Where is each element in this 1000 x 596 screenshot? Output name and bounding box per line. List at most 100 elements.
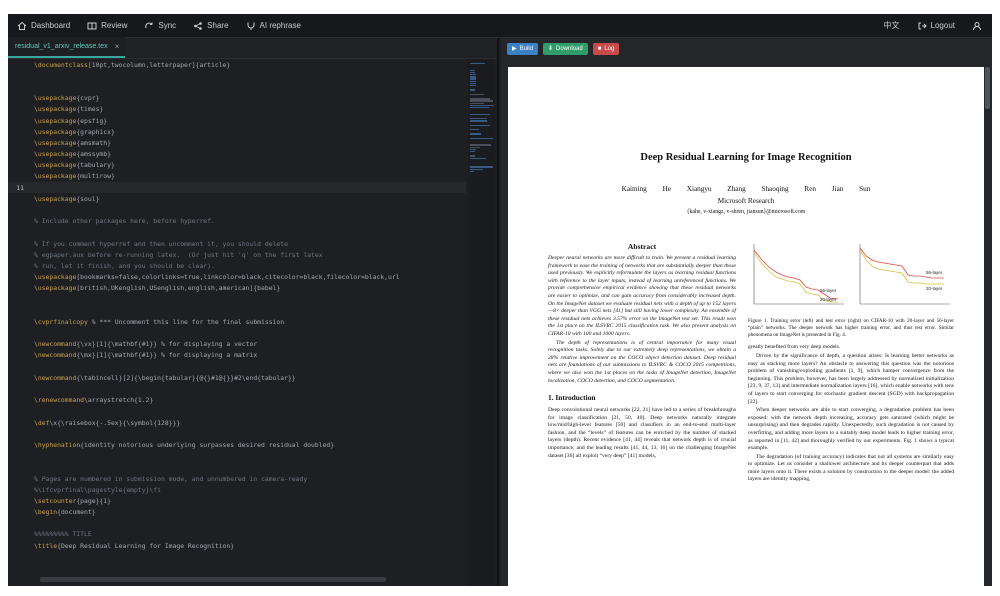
- log-button[interactable]: ■ Log: [592, 42, 620, 55]
- code-line[interactable]: \usepackage{epsfig}: [8, 115, 466, 126]
- code-line[interactable]: % Include other packages here, before hy…: [8, 216, 466, 227]
- code-line-text: \usepackage{tabulary}: [34, 161, 115, 169]
- latex-argument-token: {tabulary}: [76, 161, 115, 170]
- home-icon: [17, 21, 27, 30]
- code-line[interactable]: [8, 70, 466, 81]
- dashboard-button[interactable]: Dashboard: [17, 21, 70, 31]
- code-line[interactable]: [8, 406, 466, 417]
- code-line[interactable]: \usepackage{amssymb}: [8, 149, 466, 160]
- code-line[interactable]: \usepackage{times}: [8, 104, 466, 115]
- code-line[interactable]: [8, 518, 466, 529]
- latex-argument-token: {soul}: [76, 194, 100, 203]
- code-line[interactable]: \usepackage{multirow}: [8, 171, 466, 182]
- paper-right-column: 56-layer 20-layer 56-layer 20-layer Figu…: [748, 242, 954, 484]
- figure-1-caption: Figure 1. Training error (left) and test…: [748, 318, 954, 338]
- code-line-text: \title{Deep Residual Learning for Image …: [34, 542, 234, 550]
- minimap-line: [470, 71, 476, 74]
- minimap-line: [470, 129, 480, 131]
- code-line[interactable]: % Pages are numbered in submission mode,…: [8, 473, 466, 484]
- latex-argument-token: {cvpr}: [76, 94, 100, 103]
- paper-affiliation: Microsoft Research: [717, 197, 775, 205]
- code-line-text: \setcounter{page}{1}: [34, 497, 111, 505]
- logout-button[interactable]: Logout: [917, 21, 955, 31]
- code-line[interactable]: \newcommand{\tabincell}[2]{\begin{tabula…: [8, 372, 466, 383]
- code-line-text: \documentclass[10pt,twocolumn,letterpape…: [34, 61, 230, 69]
- file-tab[interactable]: residual_v1_arxiv_release.tex ×: [8, 37, 126, 58]
- code-line-text: % Pages are numbered in submission mode,…: [34, 474, 308, 483]
- paper-emails: {kahe, v-xiangz, v-shren, jiansun}@micro…: [686, 209, 806, 215]
- preview-vertical-scrollbar[interactable]: [985, 67, 990, 109]
- build-button[interactable]: ▶ Build: [507, 42, 538, 55]
- sync-icon: [145, 22, 153, 28]
- code-line[interactable]: %%%%%%%%% TITLE: [8, 529, 466, 540]
- minimap-line: [470, 100, 493, 102]
- review-button[interactable]: Review: [87, 21, 127, 31]
- code-line[interactable]: \usepackage{graphicx}: [8, 126, 466, 137]
- minimap-line: [470, 104, 494, 107]
- code-line[interactable]: \documentclass[10pt,twocolumn,letterpape…: [8, 59, 466, 70]
- code-line[interactable]: \usepackage{cvpr}: [8, 93, 466, 104]
- horizontal-scrollbar[interactable]: [40, 577, 386, 582]
- code-line[interactable]: [8, 204, 466, 215]
- minimap-line: [470, 74, 476, 76]
- latex-argument-token: {\tabincell}[2]{\begin{tabular}{@{}#1@{}…: [76, 373, 296, 382]
- introduction-heading: 1. Introduction: [548, 393, 596, 403]
- minimap-line: [470, 98, 490, 100]
- minimap-line: [470, 85, 477, 87]
- code-line[interactable]: \usepackage{tabulary}: [8, 160, 466, 171]
- code-line[interactable]: \newcommand{\mx}[1]{\mathbf{#1}} % for d…: [8, 350, 466, 361]
- code-line[interactable]: \usepackage{amsmath}: [8, 137, 466, 148]
- share-button[interactable]: Share: [193, 21, 229, 31]
- user-menu-button[interactable]: [972, 21, 986, 31]
- code-line-text: \hyphenation{identity notorious underlyi…: [34, 441, 334, 449]
- code-line[interactable]: %\ifcvprfinal\pagestyle{empty}\fi: [8, 484, 466, 495]
- latex-command-token: \usepackage: [34, 194, 77, 203]
- code-line[interactable]: [8, 328, 466, 339]
- latex-command-token: \title: [34, 541, 58, 550]
- code-line[interactable]: [8, 383, 466, 394]
- code-line[interactable]: \cvprfinalcopy % *** Uncomment this line…: [8, 316, 466, 327]
- code-line[interactable]: [8, 451, 466, 462]
- code-area[interactable]: \documentclass[10pt,twocolumn,letterpape…: [8, 59, 466, 586]
- latex-argument-token: \x{\raisebox{-.5ex}{\symbol{128}}}: [49, 418, 181, 427]
- code-line[interactable]: [8, 361, 466, 372]
- code-line[interactable]: \usepackage{soul}: [8, 193, 466, 204]
- code-line[interactable]: % run, let it finish, and you should be …: [8, 260, 466, 271]
- sync-label: Sync: [158, 21, 177, 30]
- code-line[interactable]: \renewcommand\arraystretch{1.2}: [8, 395, 466, 406]
- code-line[interactable]: % egpaper.aux before re-running latex. (…: [8, 249, 466, 260]
- code-line[interactable]: \def\x{\raisebox{-.5ex}{\symbol{128}}}: [8, 417, 466, 428]
- download-button[interactable]: ⬇ Download: [542, 42, 588, 55]
- code-line[interactable]: [8, 227, 466, 238]
- code-line[interactable]: \author{Kaiming He \qquad Xiangyu Zhang …: [8, 585, 466, 586]
- close-tab-icon[interactable]: ×: [115, 42, 120, 51]
- ai-rephrase-button[interactable]: AI rephrase: [246, 21, 301, 31]
- code-line-text: \newcommand{\vx}[1]{\mathbf{#1}} % for d…: [34, 340, 257, 348]
- code-line[interactable]: \setcounter{page}{1}: [8, 495, 466, 506]
- code-line[interactable]: \hyphenation{identity notorious underlyi…: [8, 439, 466, 450]
- code-line[interactable]: [8, 562, 466, 573]
- code-line[interactable]: [8, 551, 466, 562]
- latex-command-token: \hyphenation: [34, 440, 81, 449]
- code-line[interactable]: % If you comment hyperref and then uncom…: [8, 238, 466, 249]
- code-line[interactable]: \begin{document}: [8, 507, 466, 518]
- code-line[interactable]: [8, 462, 466, 473]
- code-line[interactable]: \title{Deep Residual Learning for Image …: [8, 540, 466, 551]
- abstract-paragraph-2: The depth of representations is of centr…: [548, 339, 736, 384]
- code-line[interactable]: [8, 428, 466, 439]
- code-line[interactable]: \usepackage[bookmarks=false,colorlinks=t…: [8, 272, 466, 283]
- latex-command-token: \begin: [34, 508, 58, 517]
- code-line[interactable]: [8, 81, 466, 92]
- sync-button[interactable]: Sync: [144, 21, 176, 31]
- code-line[interactable]: 11: [8, 182, 466, 194]
- language-switch[interactable]: 中文: [884, 20, 900, 31]
- code-line[interactable]: \newcommand{\vx}[1]{\mathbf{#1}} % for d…: [8, 339, 466, 350]
- code-line[interactable]: [8, 305, 466, 316]
- latex-command-token: \usepackage: [34, 127, 77, 136]
- code-line[interactable]: \usepackage[british,UKenglish,USenglish,…: [8, 283, 466, 294]
- code-minimap[interactable]: [468, 59, 495, 586]
- latex-command-token: \renewcommand: [34, 396, 85, 405]
- latex-command-token: \usepackage: [34, 150, 77, 159]
- code-line[interactable]: [8, 294, 466, 305]
- code-line-text: \newcommand{\tabincell}[2]{\begin{tabula…: [34, 374, 296, 382]
